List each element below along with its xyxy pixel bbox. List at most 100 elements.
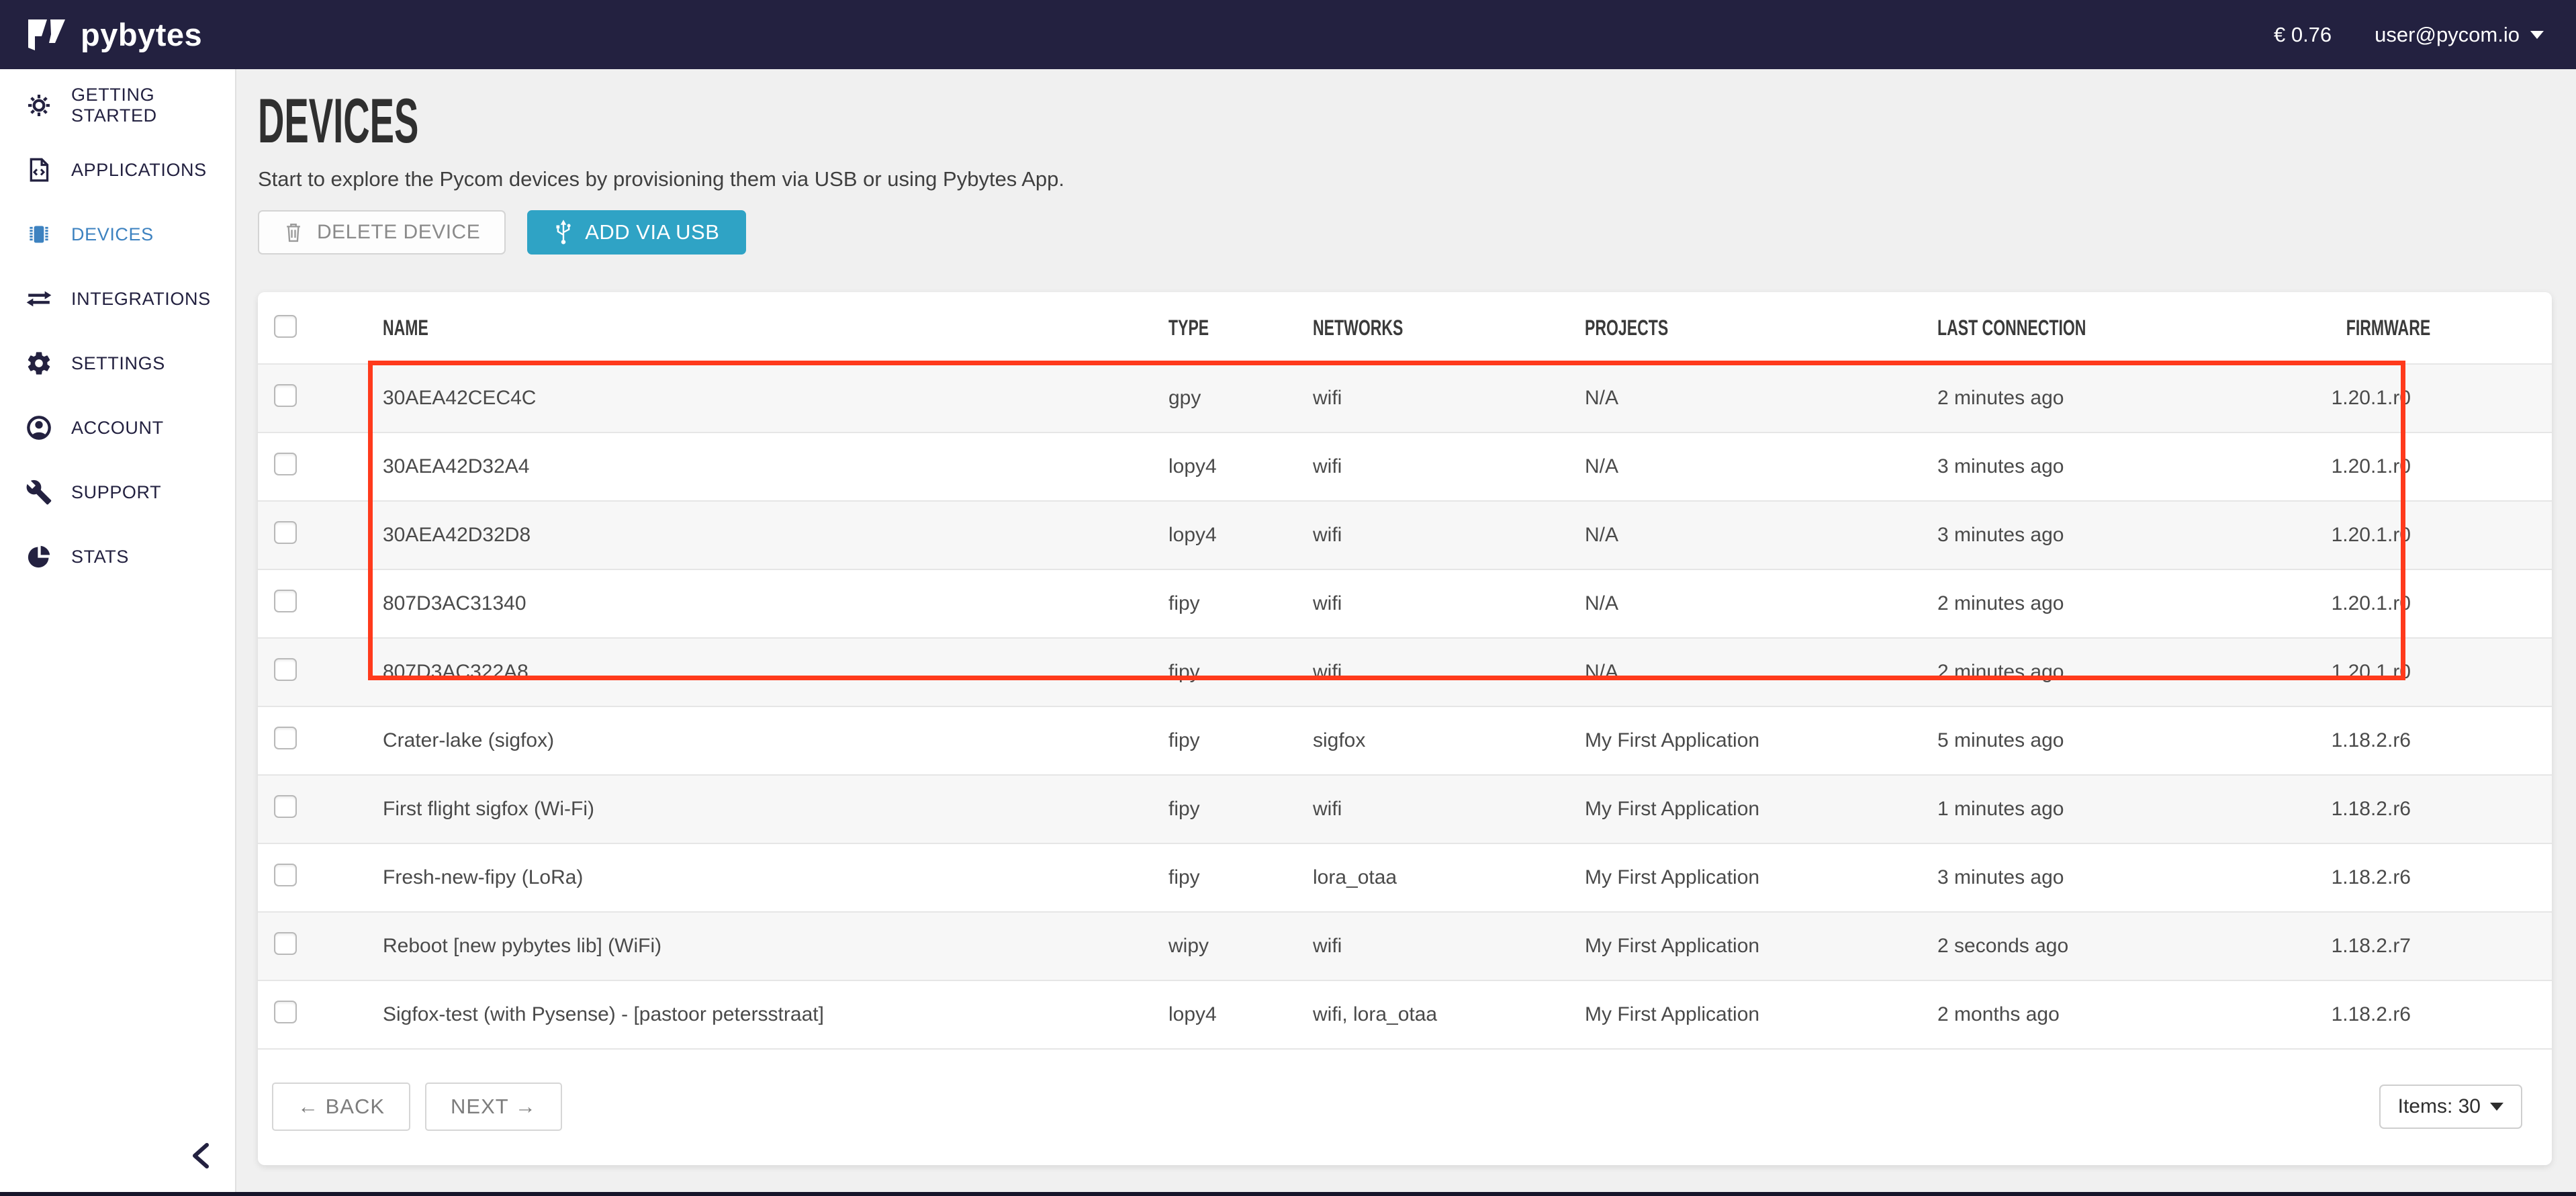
device-name: First flight sigfox (Wi-Fi): [383, 798, 1168, 821]
device-networks: lora_otaa: [1313, 866, 1585, 889]
row-checkbox[interactable]: [274, 932, 297, 955]
device-name: 30AEA42CEC4C: [383, 387, 1168, 410]
back-button[interactable]: ← BACK: [272, 1083, 410, 1131]
user-email: user@pycom.io: [2375, 23, 2520, 47]
sidebar-item-label: ACCOUNT: [71, 418, 164, 439]
table-row[interactable]: Reboot [new pybytes lib] (WiFi) wipy wif…: [258, 911, 2552, 980]
sidebar-item-applications[interactable]: APPLICATIONS: [0, 138, 235, 202]
device-projects: My First Application: [1585, 935, 1937, 958]
device-last-connection: 2 minutes ago: [1937, 592, 2313, 615]
device-type: lopy4: [1168, 455, 1313, 478]
col-header-firmware: FIRMWARE: [2313, 316, 2552, 340]
table-row[interactable]: 807D3AC322A8 fipy wifi N/A 2 minutes ago…: [258, 637, 2552, 706]
device-firmware: 1.20.1.r0: [2313, 661, 2552, 684]
device-firmware: 1.18.2.r6: [2313, 798, 2552, 821]
select-all-checkbox[interactable]: [274, 315, 297, 338]
add-via-usb-label: ADD VIA USB: [585, 220, 719, 244]
collapse-sidebar-button[interactable]: [181, 1136, 222, 1176]
chevron-down-icon: [2490, 1103, 2503, 1111]
user-icon: [26, 414, 52, 441]
table-row[interactable]: Sigfox-test (with Pysense) - [pastoor pe…: [258, 980, 2552, 1048]
device-type: fipy: [1168, 866, 1313, 889]
arrows-swap-icon: [26, 285, 52, 312]
table-row[interactable]: 807D3AC31340 fipy wifi N/A 2 minutes ago…: [258, 569, 2552, 637]
pie-chart-icon: [26, 543, 52, 570]
sidebar-item-support[interactable]: SUPPORT: [0, 460, 235, 524]
add-via-usb-button[interactable]: ADD VIA USB: [527, 210, 746, 255]
chip-icon: [26, 221, 52, 248]
device-projects: N/A: [1585, 592, 1937, 615]
device-networks: wifi: [1313, 524, 1585, 547]
device-last-connection: 3 minutes ago: [1937, 866, 2313, 889]
brand[interactable]: pybytes: [27, 16, 202, 53]
row-checkbox[interactable]: [274, 590, 297, 612]
device-networks: wifi: [1313, 387, 1585, 410]
sidebar-item-label: STATS: [71, 547, 129, 567]
next-button[interactable]: NEXT →: [425, 1083, 562, 1131]
sidebar-item-integrations[interactable]: INTEGRATIONS: [0, 267, 235, 331]
pagination: ← BACK NEXT → Items: 30: [258, 1048, 2552, 1164]
sidebar-item-devices[interactable]: DEVICES: [0, 202, 235, 267]
sidebar-item-label: SUPPORT: [71, 482, 161, 503]
sidebar-item-settings[interactable]: SETTINGS: [0, 331, 235, 396]
device-firmware: 1.18.2.r6: [2313, 729, 2552, 752]
table-row[interactable]: 30AEA42D32A4 lopy4 wifi N/A 3 minutes ag…: [258, 432, 2552, 500]
row-checkbox[interactable]: [274, 795, 297, 818]
device-last-connection: 3 minutes ago: [1937, 524, 2313, 547]
device-last-connection: 2 months ago: [1937, 1003, 2313, 1026]
device-firmware: 1.20.1.r0: [2313, 387, 2552, 410]
device-networks: wifi: [1313, 661, 1585, 684]
device-firmware: 1.20.1.r0: [2313, 592, 2552, 615]
device-projects: My First Application: [1585, 729, 1937, 752]
usb-icon: [554, 219, 573, 246]
table-row[interactable]: 30AEA42CEC4C gpy wifi N/A 2 minutes ago …: [258, 363, 2552, 432]
delete-device-button[interactable]: DELETE DEVICE: [258, 210, 506, 255]
account-balance: € 0.76: [2274, 23, 2332, 47]
row-checkbox[interactable]: [274, 727, 297, 749]
table-row[interactable]: 30AEA42D32D8 lopy4 wifi N/A 3 minutes ag…: [258, 500, 2552, 569]
device-type: lopy4: [1168, 524, 1313, 547]
sun-icon: [26, 92, 52, 119]
device-networks: wifi: [1313, 592, 1585, 615]
page-subtitle: Start to explore the Pycom devices by pr…: [258, 167, 2576, 191]
table-row[interactable]: First flight sigfox (Wi-Fi) fipy wifi My…: [258, 774, 2552, 843]
user-menu[interactable]: user@pycom.io: [2375, 23, 2544, 47]
code-document-icon: [26, 156, 52, 183]
row-checkbox[interactable]: [274, 658, 297, 681]
table-row[interactable]: Crater-lake (sigfox) fipy sigfox My Firs…: [258, 706, 2552, 774]
device-firmware: 1.20.1.r0: [2313, 455, 2552, 478]
device-last-connection: 1 minutes ago: [1937, 798, 2313, 821]
row-checkbox[interactable]: [274, 521, 297, 544]
table-row[interactable]: Fresh-new-fipy (LoRa) fipy lora_otaa My …: [258, 843, 2552, 911]
chevron-down-icon: [2530, 31, 2544, 39]
top-navbar: pybytes € 0.76 user@pycom.io: [0, 0, 2576, 69]
row-checkbox[interactable]: [274, 1001, 297, 1023]
device-firmware: 1.18.2.r6: [2313, 1003, 2552, 1026]
delete-device-label: DELETE DEVICE: [317, 221, 480, 244]
row-checkbox[interactable]: [274, 453, 297, 475]
device-networks: wifi: [1313, 455, 1585, 478]
sidebar-item-getting-started[interactable]: GETTING STARTED: [0, 73, 235, 138]
device-name: Fresh-new-fipy (LoRa): [383, 866, 1168, 889]
device-projects: N/A: [1585, 387, 1937, 410]
device-name: 30AEA42D32A4: [383, 455, 1168, 478]
device-type: fipy: [1168, 661, 1313, 684]
sidebar-item-label: GETTING STARTED: [71, 85, 235, 126]
sidebar-item-label: APPLICATIONS: [71, 160, 207, 181]
device-type: wipy: [1168, 935, 1313, 958]
device-projects: N/A: [1585, 455, 1937, 478]
device-last-connection: 3 minutes ago: [1937, 455, 2313, 478]
row-checkbox[interactable]: [274, 384, 297, 407]
sidebar-item-account[interactable]: ACCOUNT: [0, 396, 235, 460]
device-projects: My First Application: [1585, 1003, 1937, 1026]
gear-icon: [26, 350, 52, 377]
items-per-page-dropdown[interactable]: Items: 30: [2379, 1085, 2522, 1129]
row-checkbox[interactable]: [274, 864, 297, 886]
device-networks: wifi, lora_otaa: [1313, 1003, 1585, 1026]
wrench-icon: [26, 479, 52, 506]
device-type: fipy: [1168, 592, 1313, 615]
sidebar-item-label: DEVICES: [71, 224, 154, 245]
sidebar-item-stats[interactable]: STATS: [0, 524, 235, 589]
trash-icon: [283, 222, 304, 243]
page-title: DEVICES: [258, 95, 418, 147]
